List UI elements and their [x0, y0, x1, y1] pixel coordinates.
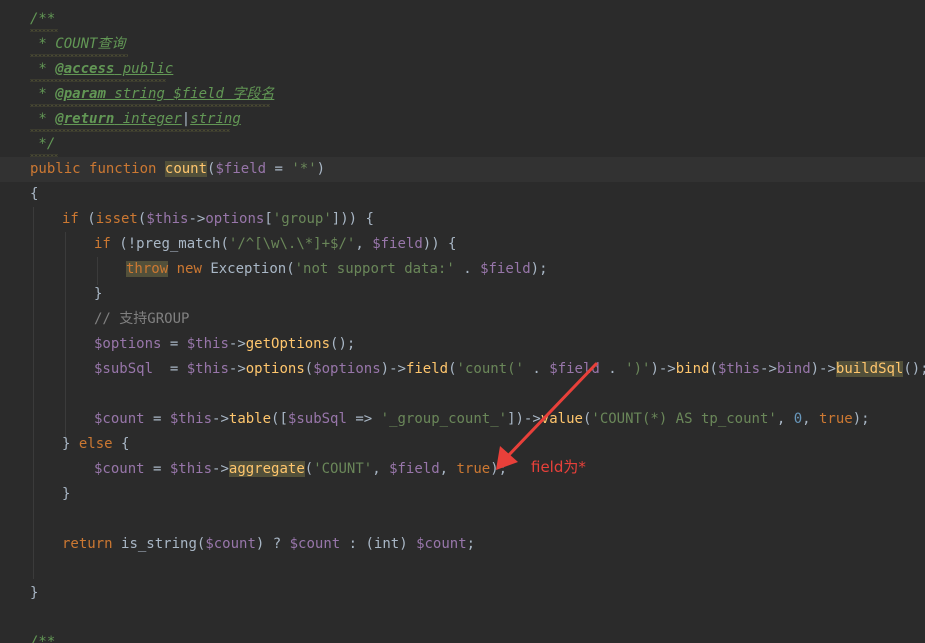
doc-open: /** — [30, 11, 56, 27]
code-line: return is_string($count) ? $count : (int… — [62, 536, 476, 552]
code-line: } — [94, 286, 103, 302]
doc-tag-param: @param — [55, 86, 106, 102]
code-line: } — [62, 486, 71, 502]
code-line: * @return integer|string — [30, 111, 241, 127]
code-line: } — [30, 585, 39, 601]
function-name: count — [164, 161, 208, 177]
aggregate-call: aggregate — [228, 461, 305, 477]
code-line: * @access public — [30, 61, 174, 77]
code-line: * COUNT查询 — [0, 32, 925, 57]
code-line: if (isset($this->options['group'])) { — [62, 211, 374, 227]
annotation-label: field为* — [531, 458, 586, 476]
code-line: if (!preg_match('/^[\w\.\*]+$/', $field)… — [94, 236, 457, 252]
code-line: // 支持GROUP — [0, 307, 925, 332]
code-line: /** — [0, 7, 925, 32]
doc-tag-access: @access — [55, 61, 115, 77]
code-line: { — [30, 186, 39, 202]
doc-close: */ — [30, 136, 56, 152]
code-line: */ — [0, 132, 925, 157]
code-line: * @param string $field 字段名 — [30, 86, 275, 102]
code-line: $subSql = $this->options($options)->fiel… — [94, 361, 925, 377]
code-line: $count = $this->aggregate('COUNT', $fiel… — [94, 461, 508, 477]
doc-tag-return: @return — [55, 111, 115, 127]
code-line: /** — [30, 634, 56, 643]
code-editor[interactable]: /** * COUNT查询 * @access public * @param … — [0, 0, 925, 643]
code-line: throw new Exception('not support data:' … — [126, 261, 548, 277]
code-line: $options = $this->getOptions(); — [94, 336, 356, 352]
code-line: } else { — [62, 436, 130, 452]
current-line: public function count($field = '*') — [0, 157, 925, 182]
doc-summary: * COUNT查询 — [30, 36, 126, 52]
code-line: $count = $this->table([$subSql => '_grou… — [94, 411, 870, 427]
code-comment: // 支持GROUP — [94, 311, 190, 327]
